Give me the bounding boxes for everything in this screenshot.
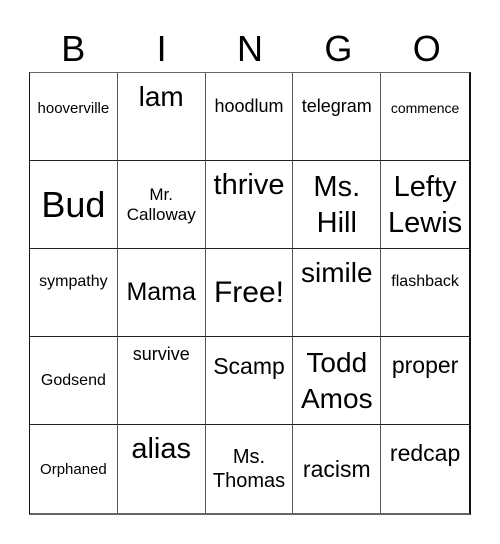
bingo-cell[interactable]: simile <box>293 249 382 337</box>
cell-text: sympathy <box>39 273 108 290</box>
bingo-cell[interactable]: Free! <box>205 249 294 337</box>
bingo-cell[interactable]: lam <box>117 73 206 161</box>
cell-text: Mr. Calloway <box>126 184 196 224</box>
cell-text: hoodlum <box>214 96 284 116</box>
cell-text: Lefty Lewis <box>388 170 463 239</box>
cell-text: Orphaned <box>40 460 107 478</box>
bingo-cell[interactable]: proper <box>381 337 469 425</box>
header-letter-b: B <box>61 28 86 69</box>
cell-text: survive <box>132 344 190 364</box>
cell-text: Todd Amos <box>301 346 373 414</box>
cell-text: lam <box>138 81 184 112</box>
bingo-cell[interactable]: redcap <box>381 425 469 513</box>
bingo-cell[interactable]: Mama <box>117 249 206 337</box>
cell-text: telegram <box>301 96 372 116</box>
bingo-cell[interactable]: Todd Amos <box>293 337 382 425</box>
bingo-cell[interactable]: Mr. Calloway <box>117 161 206 249</box>
bingo-cell[interactable]: hoodlum <box>205 73 294 161</box>
bingo-cell[interactable]: racism <box>293 425 382 513</box>
bingo-cell[interactable]: Lefty Lewis <box>381 161 469 249</box>
cell-text: flashback <box>391 273 459 290</box>
header-letter-n: N <box>236 28 263 69</box>
cell-text: redcap <box>389 440 461 466</box>
bingo-cell[interactable]: Bud <box>30 161 118 249</box>
cell-text: hooverville <box>37 100 110 117</box>
bingo-cell[interactable]: alias <box>118 425 206 513</box>
bingo-cell[interactable]: flashback <box>381 249 469 337</box>
bingo-cell[interactable]: Godsend <box>30 337 118 425</box>
cell-text: alias <box>131 433 192 465</box>
cell-text: commence <box>390 100 460 116</box>
free-space-text: Free! <box>213 275 284 309</box>
bingo-cell[interactable]: survive <box>117 337 206 425</box>
bingo-cell[interactable]: sympathy <box>30 249 118 337</box>
bingo-cell[interactable]: hooverville <box>30 73 118 161</box>
cell-text: racism <box>302 456 371 482</box>
bingo-cell[interactable]: telegram <box>293 73 382 161</box>
header-letter-i: I <box>156 28 167 69</box>
bingo-cell[interactable]: commence <box>381 73 469 161</box>
cell-text: proper <box>391 352 459 378</box>
cell-text: Ms. Thomas <box>212 446 286 492</box>
cell-text: Ms. Hill <box>313 170 361 239</box>
bingo-header: B I N G O <box>29 26 471 72</box>
cell-text: Mama <box>126 278 196 306</box>
header-letter-o: O <box>412 28 441 69</box>
cell-text: simile <box>301 257 373 288</box>
bingo-cell[interactable]: Ms. Thomas <box>206 425 294 513</box>
bingo-cell[interactable]: Ms. Hill <box>293 161 382 249</box>
cell-text: Bud <box>41 183 106 225</box>
bingo-cell[interactable]: thrive <box>205 161 294 249</box>
header-letter-g: G <box>324 28 353 69</box>
cell-text: thrive <box>213 169 285 201</box>
bingo-cell[interactable]: Orphaned <box>30 425 118 513</box>
bingo-grid: hooverville lam hoodlum telegram commenc… <box>29 72 471 515</box>
cell-text: Scamp <box>213 353 285 379</box>
bingo-cell[interactable]: Scamp <box>205 337 294 425</box>
cell-text: Godsend <box>40 371 106 389</box>
